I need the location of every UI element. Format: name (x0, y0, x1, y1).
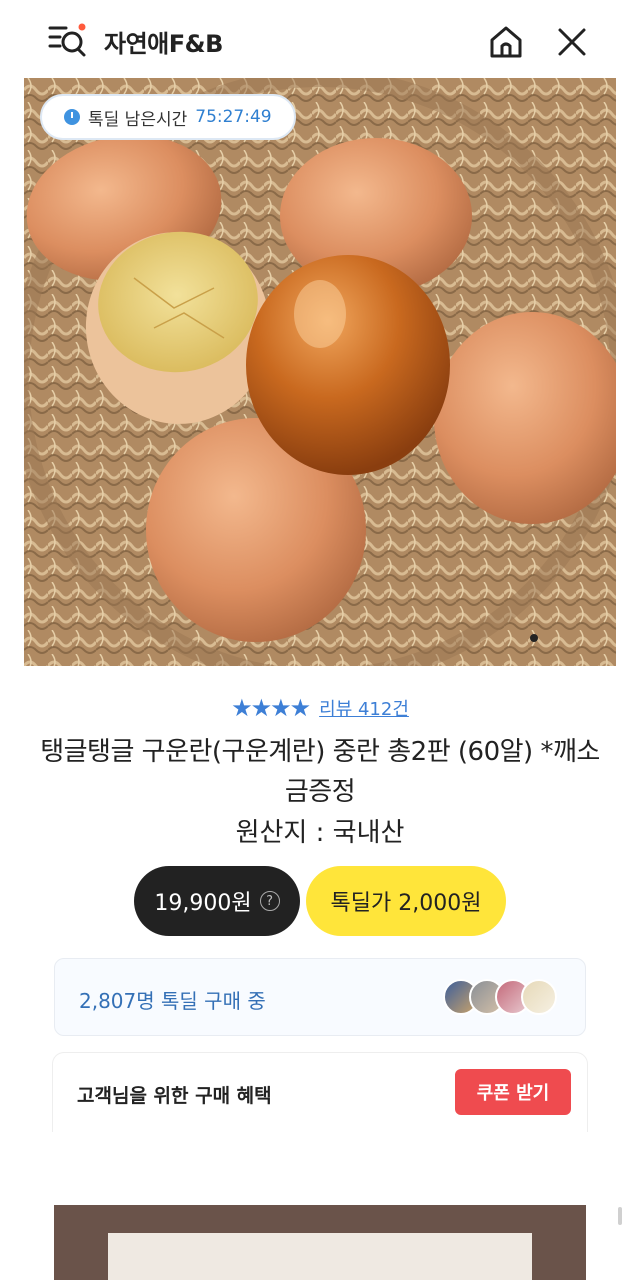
timer-icon (64, 109, 80, 125)
scrollbar[interactable] (618, 1207, 622, 1225)
deal-timer-chip: 톡딜 남은시간 75:27:49 (40, 94, 296, 140)
product-image-carousel[interactable]: 톡딜 남은시간 75:27:49 (24, 78, 616, 666)
timer-label: 톡딜 남은시간 (88, 109, 188, 130)
price-row: 19,900원 ? 톡딜가 2,000원 (0, 866, 640, 936)
egg-basket-photo (24, 78, 616, 666)
menu-search-icon[interactable] (48, 22, 88, 60)
buyers-count-box[interactable]: 2,807명 톡딜 구매 중 (54, 958, 586, 1036)
benefit-label: 고객님을 위한 구매 혜택 (77, 1085, 272, 1107)
timer-value: 75:27:49 (195, 107, 272, 127)
coupon-button[interactable]: 쿠폰 받기 (455, 1069, 571, 1115)
regular-price: 19,900원 (154, 891, 252, 916)
close-icon[interactable] (556, 26, 588, 58)
carousel-pager-dot[interactable] (530, 634, 538, 642)
purchase-benefit-box: 고객님을 위한 구매 혜택 쿠폰 받기 (52, 1052, 588, 1132)
rating-stars: ★★★★ (231, 694, 311, 722)
rating-row: ★★★★ 리뷰 412건 (0, 694, 640, 722)
detail-image-banner (54, 1205, 586, 1280)
review-count-link[interactable]: 리뷰 412건 (319, 695, 409, 721)
buyer-avatar-stack (443, 979, 559, 1017)
product-title: 탱글탱글 구운란(구운계란) 중란 총2판 (60알) *깨소금증정 (40, 737, 600, 807)
deal-price-pill[interactable]: 톡딜가 2,000원 (306, 866, 506, 936)
deal-price: 톡딜가 2,000원 (330, 891, 482, 916)
product-origin: 원산지 : 국내산 (235, 818, 405, 848)
buyers-count-text: 2,807명 톡딜 구매 중 (79, 989, 266, 1013)
help-icon[interactable]: ? (259, 891, 280, 911)
top-header: 자연애F&B (0, 0, 640, 80)
detail-card (108, 1233, 532, 1280)
store-title: 자연애F&B (104, 30, 223, 58)
home-icon[interactable] (486, 22, 526, 62)
regular-price-pill[interactable]: 19,900원 ? (134, 866, 300, 936)
avatar (521, 979, 557, 1015)
